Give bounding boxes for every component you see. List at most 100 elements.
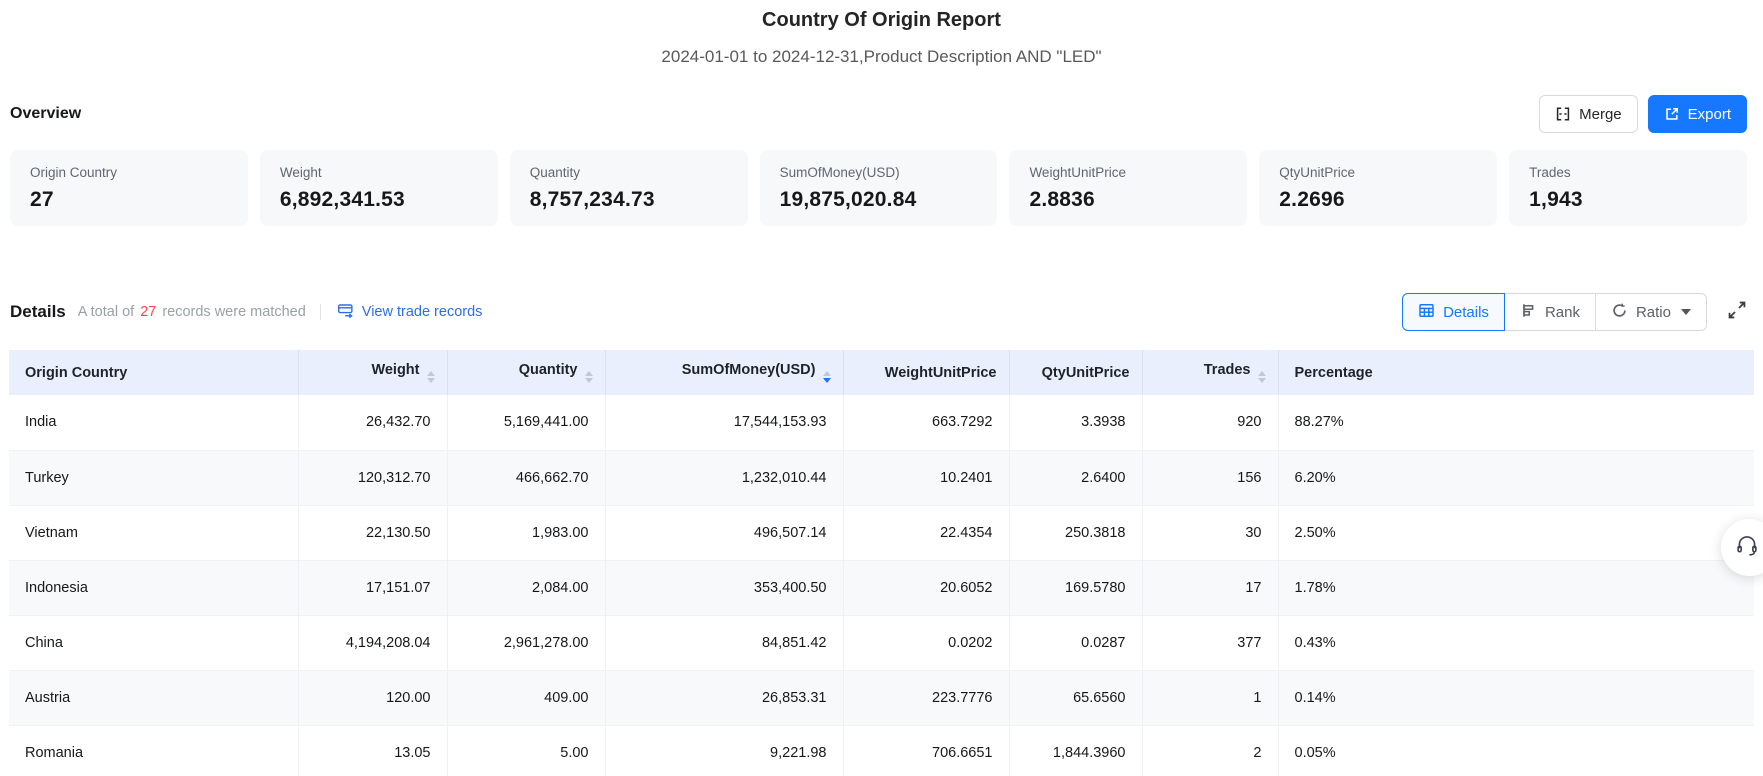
cell-sum_usd: 353,400.50 [605, 560, 843, 615]
tab-details-label: Details [1443, 304, 1489, 321]
bar-rank-icon [1520, 302, 1537, 323]
export-button-label: Export [1688, 106, 1731, 123]
column-header-quantity[interactable]: Quantity [447, 350, 605, 395]
stat-card: Weight 6,892,341.53 [260, 150, 498, 226]
view-trade-records-link[interactable]: View trade records [337, 302, 483, 323]
stat-card: SumOfMoney(USD) 19,875,020.84 [760, 150, 998, 226]
column-label: Percentage [1295, 365, 1373, 381]
cell-country: Vietnam [9, 505, 298, 560]
cell-percentage: 88.27% [1278, 395, 1754, 450]
tab-rank-label: Rank [1545, 304, 1580, 321]
cell-qty_unit_price: 250.3818 [1009, 505, 1142, 560]
cell-weight: 22,130.50 [298, 505, 447, 560]
caret-down-icon [1681, 309, 1691, 315]
column-label: Trades [1204, 362, 1251, 378]
cell-country: Austria [9, 670, 298, 725]
cell-percentage: 0.14% [1278, 670, 1754, 725]
column-header-country: Origin Country [9, 350, 298, 395]
table-row: Vietnam22,130.501,983.00496,507.1422.435… [9, 505, 1754, 560]
tab-details[interactable]: Details [1402, 293, 1505, 331]
cell-percentage: 2.50% [1278, 505, 1754, 560]
view-trade-records-label: View trade records [362, 304, 483, 320]
merge-button-label: Merge [1579, 106, 1622, 123]
table-body: India26,432.705,169,441.0017,544,153.936… [9, 395, 1754, 776]
details-table: Origin Country Weight Quantity SumOfMoney(U… [9, 350, 1754, 776]
column-label: Quantity [519, 362, 578, 378]
tab-rank[interactable]: Rank [1504, 293, 1596, 331]
cell-weight: 4,194,208.04 [298, 615, 447, 670]
cell-weight: 13.05 [298, 725, 447, 776]
table-header-row: Origin Country Weight Quantity SumOfMoney(U… [9, 350, 1754, 395]
column-header-percentage: Percentage [1278, 350, 1754, 395]
cell-trades: 30 [1142, 505, 1278, 560]
cell-sum_usd: 17,544,153.93 [605, 395, 843, 450]
cell-quantity: 2,961,278.00 [447, 615, 605, 670]
cell-country: China [9, 615, 298, 670]
export-button[interactable]: Export [1648, 95, 1747, 133]
view-tabs: Details Rank Ratio [1402, 293, 1707, 331]
cell-weight: 120,312.70 [298, 450, 447, 505]
cell-weight_unit_price: 663.7292 [843, 395, 1009, 450]
stat-card-value: 2.8836 [1029, 188, 1227, 212]
stat-card-value: 2.2696 [1279, 188, 1477, 212]
tab-ratio-label: Ratio [1636, 304, 1671, 321]
cell-percentage: 1.78% [1278, 560, 1754, 615]
cell-weight_unit_price: 706.6651 [843, 725, 1009, 776]
cell-quantity: 466,662.70 [447, 450, 605, 505]
stat-card: QtyUnitPrice 2.2696 [1259, 150, 1497, 226]
cell-trades: 2 [1142, 725, 1278, 776]
cell-weight: 17,151.07 [298, 560, 447, 615]
match-text: A total of27records were matched [78, 304, 306, 320]
table-row: Turkey120,312.70466,662.701,232,010.4410… [9, 450, 1754, 505]
cell-qty_unit_price: 3.3938 [1009, 395, 1142, 450]
stat-card-label: QtyUnitPrice [1279, 165, 1477, 180]
stat-card-value: 8,757,234.73 [530, 188, 728, 212]
stat-card-label: Trades [1529, 165, 1727, 180]
column-label: QtyUnitPrice [1042, 365, 1130, 381]
column-header-trades[interactable]: Trades [1142, 350, 1278, 395]
match-count: 27 [140, 304, 156, 320]
table-row: Indonesia17,151.072,084.00353,400.5020.6… [9, 560, 1754, 615]
cell-trades: 17 [1142, 560, 1278, 615]
overview-label: Overview [10, 105, 81, 123]
tab-ratio[interactable]: Ratio [1595, 293, 1707, 331]
cell-country: India [9, 395, 298, 450]
column-label: WeightUnitPrice [885, 365, 997, 381]
fullscreen-button[interactable] [1727, 300, 1747, 325]
details-summary: Details A total of27records were matched… [10, 302, 482, 323]
cell-quantity: 1,983.00 [447, 505, 605, 560]
stat-card-label: Weight [280, 165, 478, 180]
overview-bar: Overview Merge Export [0, 94, 1763, 134]
column-label: Origin Country [25, 365, 127, 381]
vertical-divider [320, 304, 321, 320]
circle-arrow-icon [1611, 302, 1628, 323]
merge-icon [1555, 106, 1571, 122]
stat-card: Origin Country 27 [10, 150, 248, 226]
stat-card-label: Origin Country [30, 165, 228, 180]
details-title: Details [10, 302, 66, 322]
cell-qty_unit_price: 65.6560 [1009, 670, 1142, 725]
column-header-weight[interactable]: Weight [298, 350, 447, 395]
view-switcher: Details Rank Ratio [1402, 293, 1747, 331]
cell-sum_usd: 26,853.31 [605, 670, 843, 725]
stat-card-value: 27 [30, 188, 228, 212]
toolbar: Merge Export [1539, 95, 1747, 133]
cell-weight_unit_price: 20.6052 [843, 560, 1009, 615]
stat-card-label: Quantity [530, 165, 728, 180]
table-row: India26,432.705,169,441.0017,544,153.936… [9, 395, 1754, 450]
sort-carets-icon [1258, 371, 1266, 383]
stat-card-value: 6,892,341.53 [280, 188, 478, 212]
table-row: Romania13.055.009,221.98706.66511,844.39… [9, 725, 1754, 776]
sort-carets-icon [823, 371, 831, 383]
cell-qty_unit_price: 169.5780 [1009, 560, 1142, 615]
cell-trades: 156 [1142, 450, 1278, 505]
page-title: Country Of Origin Report [0, 0, 1763, 32]
cell-weight_unit_price: 22.4354 [843, 505, 1009, 560]
cell-qty_unit_price: 0.0287 [1009, 615, 1142, 670]
stat-card: Trades 1,943 [1509, 150, 1747, 226]
fullscreen-expand-icon [1727, 300, 1747, 325]
column-header-sum_usd[interactable]: SumOfMoney(USD) [605, 350, 843, 395]
cell-weight: 120.00 [298, 670, 447, 725]
merge-button[interactable]: Merge [1539, 95, 1638, 133]
cell-sum_usd: 84,851.42 [605, 615, 843, 670]
